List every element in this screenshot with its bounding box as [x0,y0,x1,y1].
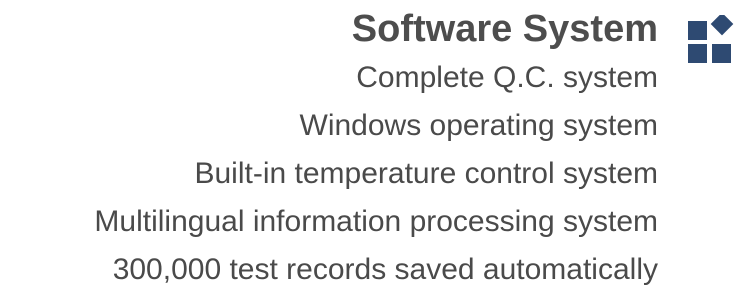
feature-item: Complete Q.C. system [356,61,658,94]
software-system-section: Software System Complete Q.C. system Win… [0,0,738,294]
feature-list: Complete Q.C. system Windows operating s… [94,54,658,294]
section-title: Software System [351,8,658,50]
feature-item: 300,000 test records saved automatically [112,253,658,286]
feature-item: Built-in temperature control system [194,157,658,190]
modules-icon [688,15,734,63]
feature-item: Multilingual information processing syst… [94,205,658,238]
text-column: Software System Complete Q.C. system Win… [94,4,658,294]
feature-item: Windows operating system [299,109,658,142]
